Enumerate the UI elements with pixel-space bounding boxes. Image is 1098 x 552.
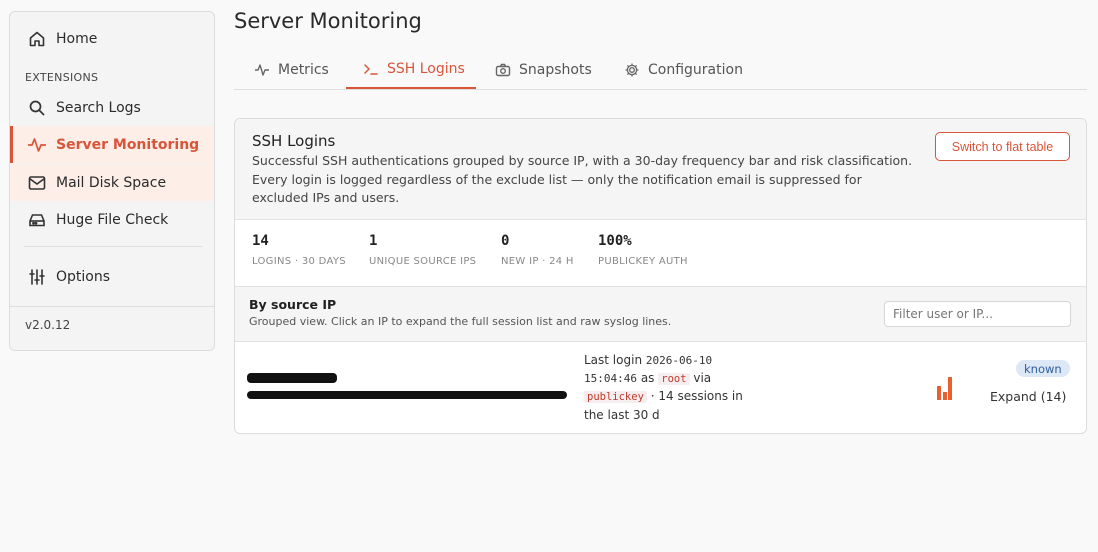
sidebar-item-label: Home xyxy=(56,30,98,47)
sidebar-item-home[interactable]: Home xyxy=(10,20,214,57)
stat-label: NEW IP · 24 H xyxy=(501,256,574,267)
terminal-icon xyxy=(363,62,379,76)
card-title: SSH Logins xyxy=(252,132,336,150)
sidebar-item-label: Options xyxy=(56,268,111,285)
sidebar-item-label: Huge File Check xyxy=(56,211,169,228)
sidebar-divider xyxy=(24,246,202,247)
last-login-label: Last login xyxy=(584,353,643,367)
stat-logins: 14 LOGINS · 30 DAYS xyxy=(252,233,346,267)
group-header: By source IP Grouped view. Click an IP t… xyxy=(235,286,1086,342)
tab-label: Snapshots xyxy=(519,62,592,78)
card-description: Successful SSH authentications grouped b… xyxy=(252,153,913,205)
auth-method: publickey xyxy=(584,391,647,403)
stat-new-ip: 0 NEW IP · 24 H xyxy=(501,233,574,267)
redacted-ip xyxy=(247,373,337,383)
tab-snapshots[interactable]: Snapshots xyxy=(495,50,592,90)
mail-icon xyxy=(27,173,47,193)
pulse-icon xyxy=(27,135,47,155)
via-text: via xyxy=(693,370,712,385)
tab-label: Configuration xyxy=(648,62,743,78)
stat-value: 14 xyxy=(252,233,269,249)
stat-value: 1 xyxy=(369,233,378,249)
stat-label: UNIQUE SOURCE IPS xyxy=(369,256,477,267)
frequency-bar xyxy=(948,377,952,400)
filter-input[interactable] xyxy=(884,301,1071,327)
tab-bar: Metrics SSH Logins Snapshots Configurati… xyxy=(234,50,1087,90)
page-title: Server Monitoring xyxy=(234,9,422,33)
sidebar-item-options[interactable]: Options xyxy=(10,258,214,295)
stat-publickey-auth: 100% PUBLICKEY AUTH xyxy=(598,233,688,267)
last-login-time: 15:04:46 xyxy=(584,371,637,385)
frequency-bar xyxy=(937,386,941,400)
last-login-details: Last login 2026-06-10 15:04:46 as root v… xyxy=(584,352,744,424)
home-icon xyxy=(27,29,47,49)
version-label: v2.0.12 xyxy=(25,318,71,332)
section-label: EXTENSIONS xyxy=(25,71,99,84)
group-subtitle: Grouped view. Click an IP to expand the … xyxy=(249,315,672,328)
sidebar-item-huge-file-check[interactable]: Huge File Check xyxy=(10,201,214,238)
as-text: as xyxy=(640,370,655,385)
tab-metrics[interactable]: Metrics xyxy=(254,50,329,90)
tab-label: Metrics xyxy=(278,62,329,78)
tab-ssh-logins[interactable]: SSH Logins xyxy=(346,50,476,89)
tab-label: SSH Logins xyxy=(387,60,465,77)
risk-badge: known xyxy=(1016,360,1070,377)
search-icon xyxy=(27,98,47,118)
last-login-date: 2026-06-10 xyxy=(645,354,713,367)
switch-to-flat-table-button[interactable]: Switch to flat table xyxy=(935,132,1070,161)
sliders-icon xyxy=(27,267,47,287)
sidebar-divider xyxy=(10,306,214,307)
login-user: root xyxy=(658,372,690,385)
card-header: SSH Logins Successful SSH authentication… xyxy=(235,119,1086,220)
sidebar-item-label: Search Logs xyxy=(56,99,141,116)
ssh-logins-card: SSH Logins Successful SSH authentication… xyxy=(234,118,1087,434)
sidebar-item-label: Mail Disk Space xyxy=(56,174,167,191)
camera-icon xyxy=(495,63,511,77)
stat-label: LOGINS · 30 DAYS xyxy=(252,256,346,267)
stat-value: 0 xyxy=(501,233,510,249)
sidebar-item-mail-disk-space[interactable]: Mail Disk Space xyxy=(10,164,214,201)
group-title: By source IP xyxy=(249,297,337,312)
pulse-icon xyxy=(254,63,270,77)
sidebar-item-server-monitoring[interactable]: Server Monitoring xyxy=(10,126,214,163)
drive-icon xyxy=(27,210,47,230)
gear-icon xyxy=(624,62,640,78)
tab-configuration[interactable]: Configuration xyxy=(624,50,743,90)
stat-unique-ips: 1 UNIQUE SOURCE IPS xyxy=(369,233,476,267)
redacted-details xyxy=(247,391,567,399)
frequency-bar-chart xyxy=(937,377,952,400)
frequency-bar xyxy=(943,392,947,400)
stat-value: 100% xyxy=(598,233,632,249)
sidebar: Home EXTENSIONS Search Logs Server Monit… xyxy=(9,11,215,351)
expand-button[interactable]: Expand (14) xyxy=(990,389,1066,404)
sidebar-item-label: Server Monitoring xyxy=(56,136,200,153)
sidebar-item-search-logs[interactable]: Search Logs xyxy=(10,89,214,126)
stat-label: PUBLICKEY AUTH xyxy=(598,256,688,267)
